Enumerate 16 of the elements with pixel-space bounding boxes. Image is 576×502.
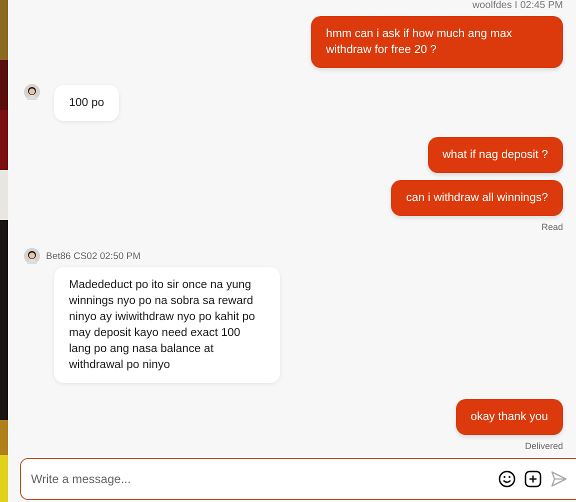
sender-meta: Bet86 CS02 02:50 PM <box>46 250 141 262</box>
avatar-icon <box>24 84 40 100</box>
smiley-icon[interactable] <box>498 470 516 488</box>
delivery-status: Delivered <box>524 441 563 451</box>
delivery-status: Read <box>541 222 563 232</box>
message-bubble: hmm can i ask if how much ang max withdraw for free 20 ? <box>311 16 563 68</box>
avatar-icon <box>24 248 40 264</box>
plus-icon[interactable] <box>524 470 542 488</box>
message-bubble: Madededuct po ito sir once na yung winnings nyo po na sobra sa reward ninyo ay iwiwithdraw nyo po kahit po may deposit kayo need exact 100 lang po ang nasa balance at withdrawal po ninyo <box>54 267 280 383</box>
message-bubble: 100 po <box>54 85 120 121</box>
message-input[interactable]: Write a message... <box>29 471 490 487</box>
message-field[interactable]: Write a message... <box>20 458 576 500</box>
message-bubble: okay thank you <box>456 399 563 435</box>
message-meta: woolfdes I 02:45 PM <box>472 0 563 11</box>
message-bubble: can i withdraw all winnings? <box>391 180 563 216</box>
message-bubble: what if nag deposit ? <box>428 137 563 173</box>
